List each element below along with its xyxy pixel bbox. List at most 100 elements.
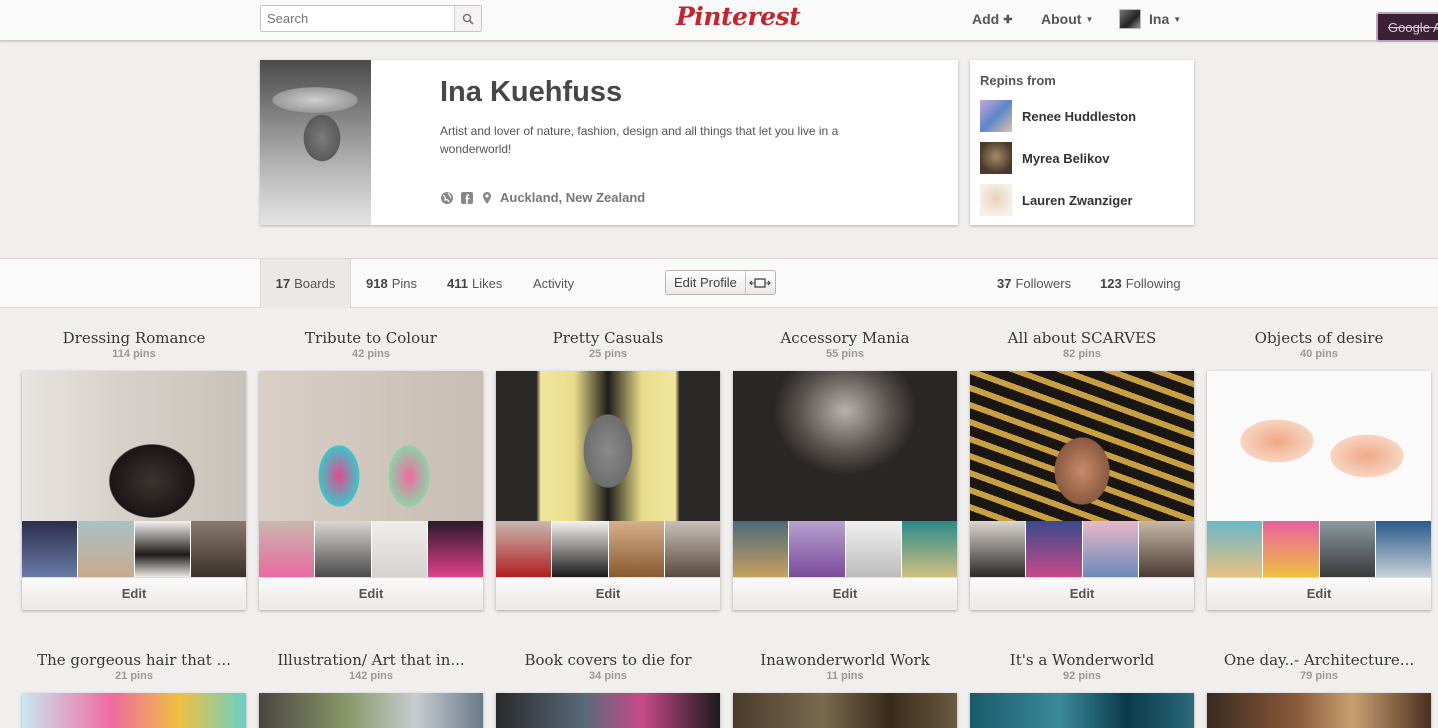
board-pin-count: 42 pins bbox=[352, 348, 390, 360]
profile-location: Auckland, New Zealand bbox=[500, 190, 646, 205]
board-cover-image bbox=[259, 693, 483, 728]
repins-title: Repins from bbox=[980, 73, 1056, 88]
board-thumbnails bbox=[970, 521, 1194, 577]
repin-user[interactable]: Renee Huddleston bbox=[980, 100, 1136, 132]
board-card[interactable]: Book covers to die for 34 pins bbox=[496, 651, 720, 728]
board-cover[interactable] bbox=[259, 693, 483, 728]
profile-card: Ina Kuehfuss Artist and lover of nature,… bbox=[260, 60, 958, 225]
pins-label: Pins bbox=[391, 276, 417, 291]
tab-following[interactable]: 123 Following bbox=[1100, 259, 1181, 308]
board-cover[interactable] bbox=[22, 693, 246, 728]
add-menu[interactable]: Add ✚ bbox=[972, 11, 1012, 27]
board-card[interactable]: Pretty Casuals 25 pins Edit bbox=[496, 329, 720, 610]
tab-pins[interactable]: 918 Pins bbox=[366, 259, 417, 308]
board-card[interactable]: It's a Wonderworld 92 pins bbox=[970, 651, 1194, 728]
board-title[interactable]: It's a Wonderworld bbox=[970, 651, 1194, 669]
board-pin-count: 21 pins bbox=[115, 670, 153, 682]
board-card[interactable]: Illustration/ Art that in... 142 pins bbox=[259, 651, 483, 728]
rearrange-boards-button[interactable] bbox=[746, 271, 775, 294]
board-title[interactable]: Accessory Mania bbox=[733, 329, 957, 347]
board-cover[interactable] bbox=[1207, 693, 1431, 728]
globe-icon[interactable] bbox=[440, 191, 454, 205]
board-title[interactable]: Pretty Casuals bbox=[496, 329, 720, 347]
board-card[interactable]: One day..- Architecture... 79 pins bbox=[1207, 651, 1431, 728]
profile-bio: Artist and lover of nature, fashion, des… bbox=[440, 124, 839, 156]
user-menu[interactable]: Ina ▼ bbox=[1119, 9, 1181, 29]
tab-activity[interactable]: Activity bbox=[533, 259, 574, 308]
board-cover[interactable]: Edit bbox=[22, 371, 246, 610]
board-title[interactable]: The gorgeous hair that ... bbox=[22, 651, 246, 669]
board-edit-button[interactable]: Edit bbox=[970, 577, 1194, 610]
board-card[interactable]: All about SCARVES 82 pins Edit bbox=[970, 329, 1194, 610]
board-edit-button[interactable]: Edit bbox=[1207, 577, 1431, 610]
board-cover[interactable]: Edit bbox=[496, 371, 720, 610]
board-title[interactable]: One day..- Architecture... bbox=[1207, 651, 1431, 669]
facebook-icon[interactable] bbox=[460, 191, 474, 205]
board-pin-count: 34 pins bbox=[589, 670, 627, 682]
repin-user-name: Renee Huddleston bbox=[1022, 108, 1137, 124]
about-menu[interactable]: About ▼ bbox=[1041, 11, 1093, 27]
board-thumbnails bbox=[733, 521, 957, 577]
board-cover[interactable] bbox=[496, 693, 720, 728]
board-edit-button[interactable]: Edit bbox=[22, 577, 246, 610]
plus-icon: ✚ bbox=[1003, 13, 1013, 26]
board-edit-button[interactable]: Edit bbox=[259, 577, 483, 610]
likes-label: Likes bbox=[471, 276, 503, 291]
board-title[interactable]: Dressing Romance bbox=[22, 329, 246, 347]
tab-boards[interactable]: 17 Boards bbox=[260, 259, 351, 308]
board-title[interactable]: Illustration/ Art that in... bbox=[259, 651, 483, 669]
profile-tab-bar: 17 Boards 918 Pins 411 Likes Activity Ed… bbox=[0, 258, 1438, 308]
repin-user[interactable]: Lauren Zwanziger bbox=[980, 184, 1133, 216]
board-cover-image bbox=[22, 371, 246, 521]
google-button[interactable]: Google A bbox=[1376, 12, 1438, 42]
tab-followers[interactable]: 37 Followers bbox=[997, 259, 1071, 308]
board-card[interactable]: Tribute to Colour 42 pins Edit bbox=[259, 329, 483, 610]
board-thumbnails bbox=[259, 521, 483, 577]
board-cover-image bbox=[496, 693, 720, 728]
board-title[interactable]: Book covers to die for bbox=[496, 651, 720, 669]
board-title[interactable]: Tribute to Colour bbox=[259, 329, 483, 347]
board-card[interactable]: Objects of desire 40 pins Edit bbox=[1207, 329, 1431, 610]
board-cover[interactable]: Edit bbox=[733, 371, 957, 610]
board-pin-count: 11 pins bbox=[826, 670, 864, 682]
board-edit-button[interactable]: Edit bbox=[733, 577, 957, 610]
board-title[interactable]: Inawonderworld Work bbox=[733, 651, 957, 669]
rearrange-icon bbox=[749, 277, 772, 288]
board-thumbnails bbox=[1207, 521, 1431, 577]
board-cover[interactable]: Edit bbox=[970, 371, 1194, 610]
board-title[interactable]: Objects of desire bbox=[1207, 329, 1431, 347]
repin-user-name: Myrea Belikov bbox=[1022, 150, 1110, 166]
board-cover[interactable] bbox=[970, 693, 1194, 728]
board-cover[interactable]: Edit bbox=[259, 371, 483, 610]
boards-label: Boards bbox=[294, 276, 336, 291]
avatar bbox=[980, 142, 1012, 174]
search-button[interactable] bbox=[454, 6, 481, 31]
top-bar: Pinterest Add ✚ About ▼ Ina ▼ bbox=[0, 0, 1438, 41]
repin-user[interactable]: Myrea Belikov bbox=[980, 142, 1109, 174]
pinterest-logo[interactable]: Pinterest bbox=[676, 2, 801, 31]
board-pin-count: 55 pins bbox=[826, 348, 864, 360]
board-thumbnails bbox=[496, 521, 720, 577]
profile-photo bbox=[260, 60, 371, 225]
board-pin-count: 82 pins bbox=[1063, 348, 1101, 360]
edit-profile-button[interactable]: Edit Profile bbox=[666, 271, 746, 294]
likes-count: 411 bbox=[447, 276, 468, 291]
board-title[interactable]: All about SCARVES bbox=[970, 329, 1194, 347]
chevron-down-icon: ▼ bbox=[1085, 14, 1094, 24]
board-card[interactable]: Inawonderworld Work 11 pins bbox=[733, 651, 957, 728]
board-card[interactable]: The gorgeous hair that ... 21 pins bbox=[22, 651, 246, 728]
followers-label: Followers bbox=[1015, 276, 1072, 291]
tab-likes[interactable]: 411 Likes bbox=[447, 259, 502, 308]
board-cover-image bbox=[1207, 693, 1431, 728]
board-cover[interactable] bbox=[733, 693, 957, 728]
board-card[interactable]: Dressing Romance 114 pins Edit bbox=[22, 329, 246, 610]
boards-count: 17 bbox=[275, 276, 291, 291]
following-count: 123 bbox=[1100, 276, 1122, 291]
board-card[interactable]: Accessory Mania 55 pins Edit bbox=[733, 329, 957, 610]
search-input[interactable] bbox=[261, 6, 455, 31]
avatar bbox=[1119, 9, 1141, 29]
board-edit-button[interactable]: Edit bbox=[496, 577, 720, 610]
board-cover-image bbox=[970, 371, 1194, 521]
board-cover[interactable]: Edit bbox=[1207, 371, 1431, 610]
activity-label: Activity bbox=[533, 276, 575, 291]
